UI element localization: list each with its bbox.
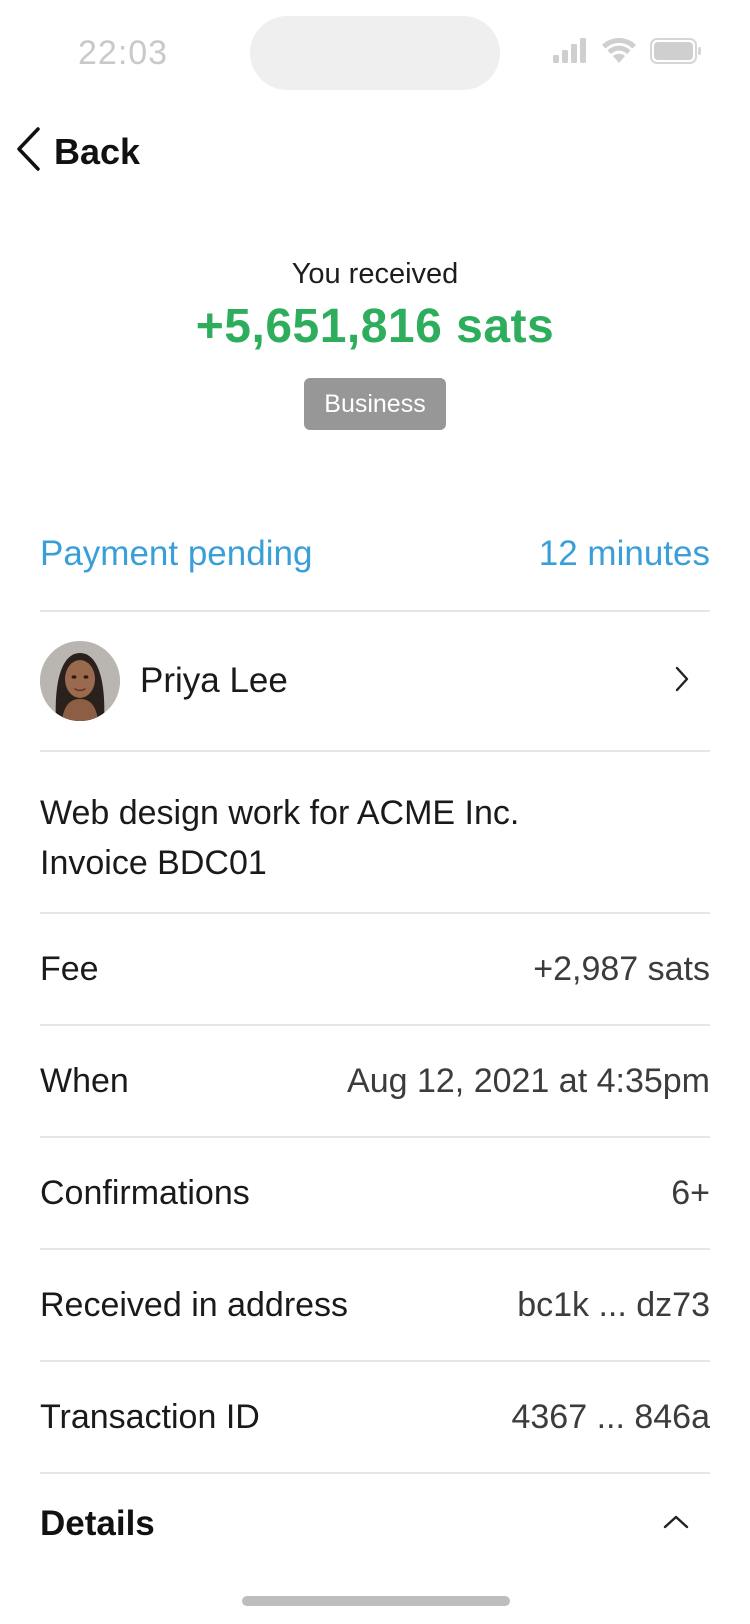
confirmations-row: Confirmations 6+ <box>40 1138 710 1250</box>
wifi-icon <box>602 37 636 69</box>
back-button[interactable]: Back <box>14 126 140 177</box>
payment-status-row: Payment pending 12 minutes <box>40 498 710 612</box>
memo-line-2: Invoice BDC01 <box>40 844 267 882</box>
fee-value: +2,987 sats <box>533 949 710 988</box>
payment-status-label: Payment pending <box>40 534 313 573</box>
contact-info: Priya Lee <box>40 641 288 721</box>
received-amount: +5,651,816 sats <box>195 300 555 353</box>
category-tag: Business <box>304 378 446 430</box>
address-row[interactable]: Received in address bc1k ... dz73 <box>40 1250 710 1362</box>
contact-name: Priya Lee <box>140 661 288 700</box>
memo-row: Web design work for ACME Inc. Invoice BD… <box>40 752 710 914</box>
back-label: Back <box>54 130 141 172</box>
transaction-id-row[interactable]: Transaction ID 4367 ... 846a <box>40 1362 710 1474</box>
details-toggle[interactable]: Details <box>40 1474 710 1574</box>
battery-icon <box>650 38 702 69</box>
confirmations-label: Confirmations <box>40 1173 250 1212</box>
avatar <box>40 641 120 721</box>
when-row: When Aug 12, 2021 at 4:35pm <box>40 1026 710 1138</box>
chevron-up-icon <box>662 1514 690 1535</box>
received-caption: You received <box>291 258 459 290</box>
status-time: 22:03 <box>78 34 169 72</box>
chevron-right-icon <box>674 665 690 698</box>
address-label: Received in address <box>40 1285 349 1324</box>
when-value: Aug 12, 2021 at 4:35pm <box>347 1061 710 1100</box>
chevron-left-icon <box>14 126 44 177</box>
transaction-id-label: Transaction ID <box>40 1397 260 1436</box>
fee-label: Fee <box>40 949 99 988</box>
transaction-summary: You received +5,651,816 sats Business <box>0 258 750 430</box>
status-bar: 22:03 <box>0 0 750 108</box>
memo-line-1: Web design work for ACME Inc. <box>40 794 520 832</box>
home-indicator[interactable] <box>242 1596 510 1606</box>
signal-icon <box>552 38 588 69</box>
fee-row: Fee +2,987 sats <box>40 914 710 1026</box>
transaction-id-value: 4367 ... 846a <box>511 1397 710 1436</box>
contact-row[interactable]: Priya Lee <box>40 612 710 752</box>
status-icons <box>552 37 702 69</box>
nav-bar: Back <box>0 112 750 192</box>
details-label: Details <box>40 1504 155 1543</box>
transaction-details-list: Payment pending 12 minutes Priya Lee Web… <box>40 498 710 1574</box>
payment-status-time: 12 minutes <box>538 534 710 573</box>
dynamic-island <box>250 16 500 90</box>
confirmations-value: 6+ <box>671 1173 710 1212</box>
when-label: When <box>40 1061 129 1100</box>
address-value: bc1k ... dz73 <box>517 1285 710 1324</box>
